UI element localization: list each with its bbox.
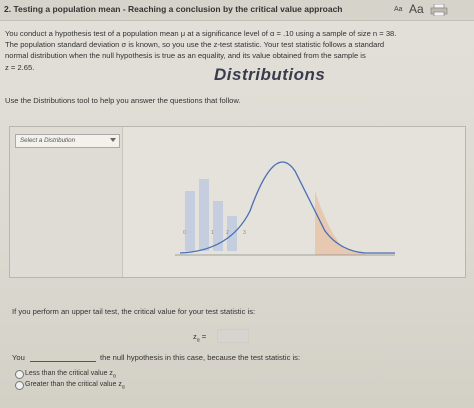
conclusion-text: the null hypothesis in this case, becaus… (100, 353, 301, 362)
font-size-large-button[interactable]: Aa (409, 2, 424, 16)
font-size-small-button[interactable]: Aa (394, 6, 403, 13)
preview-bar (199, 179, 209, 251)
instruction-text: Use the Distributions tool to help you a… (5, 96, 241, 105)
distributions-overlay-label: Distributions (214, 65, 326, 84)
tick-label: 2 (226, 230, 229, 236)
distribution-select-label: Select a Distribution (20, 137, 76, 144)
option-less-text: Less than the critical value z (25, 370, 113, 377)
distribution-graphic: 0 1 2 3 (175, 161, 395, 256)
conclusion-prefix: You (12, 353, 25, 362)
distributions-tool[interactable]: Select a Distribution 0 1 2 3 (9, 126, 466, 278)
critical-value-input[interactable] (217, 329, 249, 343)
preview-bar (185, 191, 195, 251)
equals-sign: = (199, 332, 207, 341)
tick-label: 0 (183, 230, 186, 236)
header-bar: 2. Testing a population mean - Reaching … (0, 0, 474, 21)
distribution-select[interactable]: Select a Distribution (15, 134, 120, 148)
option-greater-label: Greater than the critical value zα (25, 381, 125, 390)
option-greater-radio[interactable] (15, 381, 24, 390)
option-less-radio[interactable] (15, 370, 24, 379)
question-critical-value: If you perform an upper tail test, the c… (12, 307, 256, 316)
normal-curve (179, 161, 395, 254)
print-icon[interactable] (430, 4, 448, 16)
tick-label: 3 (243, 230, 246, 236)
problem-line: You conduct a hypothesis test of a popul… (5, 29, 397, 38)
tool-control-panel: Select a Distribution (10, 127, 123, 277)
option-greater-sub: α (121, 384, 125, 391)
chevron-down-icon (110, 138, 116, 142)
page-title: 2. Testing a population mean - Reaching … (4, 4, 343, 14)
option-greater-text: Greater than the critical value z (25, 381, 122, 388)
option-less-label: Less than the critical value zα (25, 370, 116, 379)
problem-line: The population standard deviation σ is k… (5, 40, 385, 50)
z-alpha-label: zα = (193, 332, 206, 344)
option-less-sub: α (112, 373, 116, 380)
page: 2. Testing a population mean - Reaching … (0, 0, 474, 408)
problem-line: normal distribution when the null hypoth… (5, 51, 366, 61)
tick-label: 1 (211, 230, 214, 236)
conclusion-blank-dropdown[interactable] (30, 361, 96, 362)
